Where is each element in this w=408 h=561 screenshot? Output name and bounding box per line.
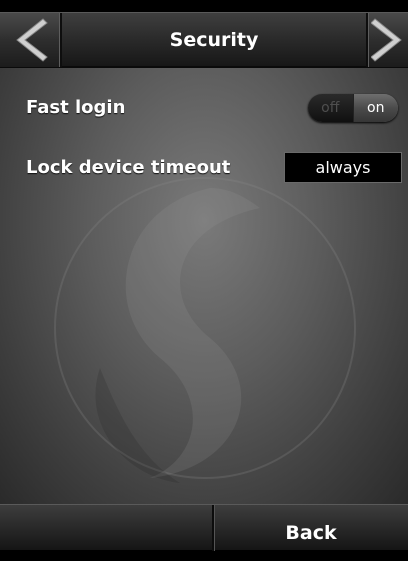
settings-panel: Fast login off on Lock device timeout al…	[0, 68, 408, 504]
bottom-toolbar: Back	[0, 504, 408, 551]
lock-timeout-select[interactable]: always	[284, 152, 402, 183]
previous-button[interactable]	[0, 13, 62, 67]
setting-row-lock-timeout: Lock device timeout always	[0, 146, 408, 190]
background-logo-icon	[54, 177, 356, 483]
page-title: Security	[169, 29, 259, 51]
left-softkey[interactable]	[0, 505, 212, 550]
next-button[interactable]	[366, 13, 408, 67]
chevron-right-icon	[371, 18, 402, 62]
back-button[interactable]: Back	[214, 505, 408, 550]
lock-timeout-label: Lock device timeout	[26, 157, 231, 178]
toggle-on-label: on	[352, 94, 398, 122]
setting-row-fast-login: Fast login off on	[0, 86, 408, 130]
chevron-left-icon	[16, 18, 48, 62]
fast-login-toggle[interactable]: off on	[308, 94, 398, 122]
title-bar: Security	[0, 12, 408, 68]
toggle-off-label: off	[308, 94, 353, 122]
fast-login-label: Fast login	[26, 97, 126, 118]
